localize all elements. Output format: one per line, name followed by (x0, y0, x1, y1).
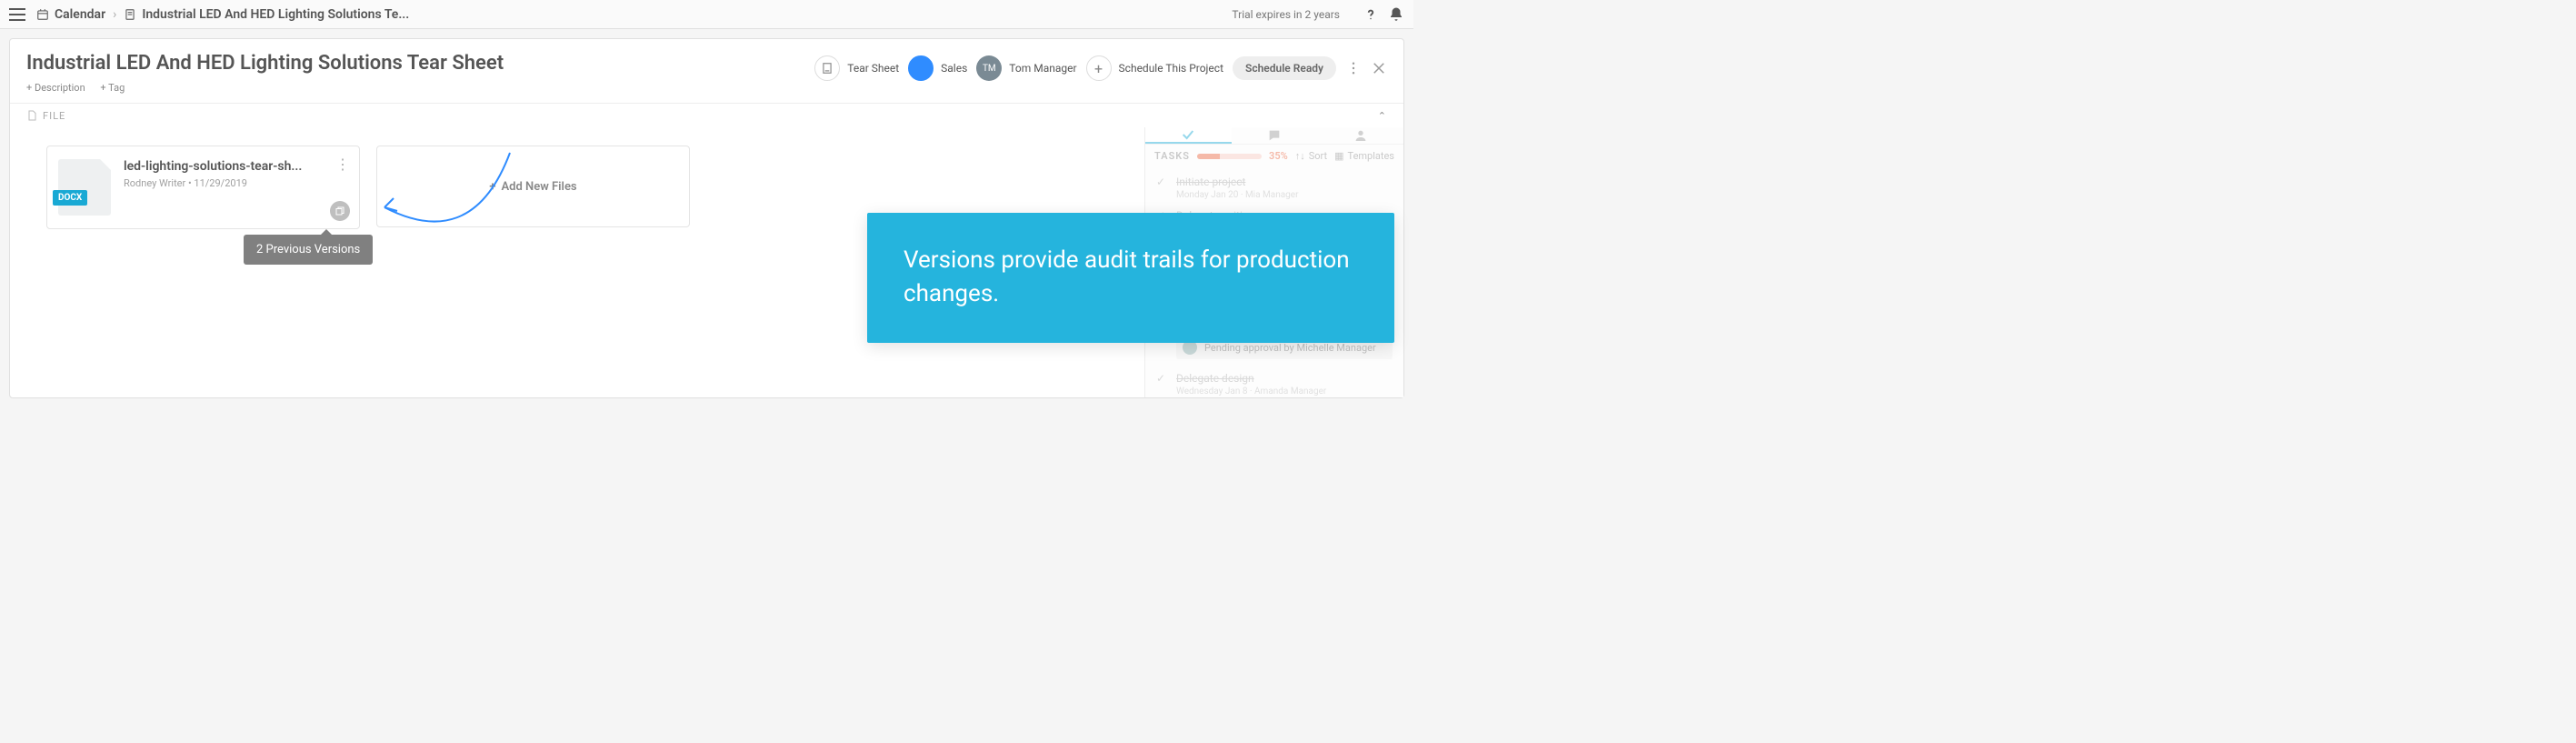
owner-chip[interactable]: TM Tom Manager (976, 55, 1076, 81)
task-subtext: Wednesday Jan 8 · Amanda Manager (1176, 387, 1393, 397)
plus-icon: + (1094, 60, 1103, 77)
sales-color-dot (908, 55, 934, 81)
info-callout: Versions provide audit trails for produc… (867, 213, 1394, 343)
file-section-label: FILE (43, 110, 65, 122)
approval-text: Pending approval by Michelle Manager (1204, 342, 1376, 354)
check-icon[interactable] (1156, 372, 1169, 385)
owner-label: Tom Manager (1009, 62, 1076, 75)
add-file-card[interactable]: + Add New Files (376, 146, 690, 227)
check-icon (1181, 127, 1195, 142)
versions-icon[interactable] (330, 201, 350, 221)
breadcrumb-separator: › (113, 7, 116, 22)
main-panel: Industrial LED And HED Lighting Solution… (9, 38, 1404, 398)
templates-button[interactable]: ▦ Templates (1334, 150, 1394, 162)
check-icon[interactable] (1156, 176, 1169, 188)
schedule-project-button[interactable]: + Schedule This Project (1086, 55, 1223, 81)
trial-text: Trial expires in 2 years (1232, 8, 1340, 21)
file-card[interactable]: DOCX led-lighting-solutions-tear-sh... R… (46, 146, 360, 229)
document-icon (124, 8, 136, 21)
tab-tasks[interactable] (1145, 127, 1232, 144)
plus-icon: + (489, 180, 495, 194)
breadcrumb-page-label: Industrial LED And HED Lighting Solution… (142, 7, 409, 22)
file-meta: Rodney Writer • 11/29/2019 (124, 177, 348, 189)
file-icon (26, 109, 37, 122)
close-icon[interactable] (1371, 60, 1387, 76)
progress-percent: 35% (1269, 150, 1288, 162)
add-description[interactable]: + Description (26, 82, 85, 94)
collapse-icon[interactable]: ⌃ (1378, 110, 1387, 122)
tab-comments[interactable] (1232, 127, 1318, 144)
content-type-label: Tear Sheet (847, 62, 899, 75)
progress-bar (1197, 154, 1262, 159)
page-title: Industrial LED And HED Lighting Solution… (26, 52, 814, 75)
breadcrumb-page[interactable]: Industrial LED And HED Lighting Solution… (124, 7, 409, 22)
avatar: TM (976, 55, 1002, 81)
task-item[interactable]: Initiate project Monday Jan 20 · Mia Mana… (1154, 171, 1394, 205)
category-label: Sales (941, 62, 967, 75)
menu-icon[interactable] (9, 8, 25, 21)
person-icon (1353, 128, 1368, 143)
file-thumbnail: DOCX (58, 159, 111, 216)
tab-people[interactable] (1317, 127, 1403, 144)
comment-icon (1267, 128, 1282, 143)
more-icon[interactable] (1345, 60, 1362, 76)
versions-tooltip: 2 Previous Versions (244, 235, 373, 265)
file-section-header: FILE ⌃ (10, 103, 1403, 127)
add-tag[interactable]: + Tag (100, 82, 125, 94)
schedule-ready-button[interactable]: Schedule Ready (1233, 56, 1336, 80)
category-chip[interactable]: Sales (908, 55, 967, 81)
help-icon[interactable] (1363, 6, 1379, 23)
file-menu-icon[interactable]: ⋮ (335, 156, 350, 173)
breadcrumb-bar: Calendar › Industrial LED And HED Lighti… (0, 0, 1413, 29)
task-item[interactable]: Delegate design Wednesday Jan 8 · Amanda … (1154, 367, 1394, 397)
task-subtext: Monday Jan 20 · Mia Manager (1176, 190, 1393, 200)
file-extension-badge: DOCX (53, 190, 87, 206)
tasks-label: TASKS (1154, 150, 1190, 162)
breadcrumb-root[interactable]: Calendar (36, 7, 105, 22)
task-title: Initiate project (1176, 176, 1393, 188)
add-file-label: Add New Files (501, 180, 576, 194)
file-name: led-lighting-solutions-tear-sh... (124, 159, 348, 174)
calendar-icon (36, 8, 49, 21)
bell-icon[interactable] (1388, 6, 1404, 23)
breadcrumb-root-label: Calendar (55, 7, 105, 22)
schedule-project-label: Schedule This Project (1119, 62, 1223, 75)
task-title: Delegate design (1176, 372, 1393, 385)
tear-sheet-icon (821, 62, 834, 75)
sort-button[interactable]: ↑↓ Sort (1295, 150, 1327, 162)
content-type-chip[interactable]: Tear Sheet (814, 55, 899, 81)
